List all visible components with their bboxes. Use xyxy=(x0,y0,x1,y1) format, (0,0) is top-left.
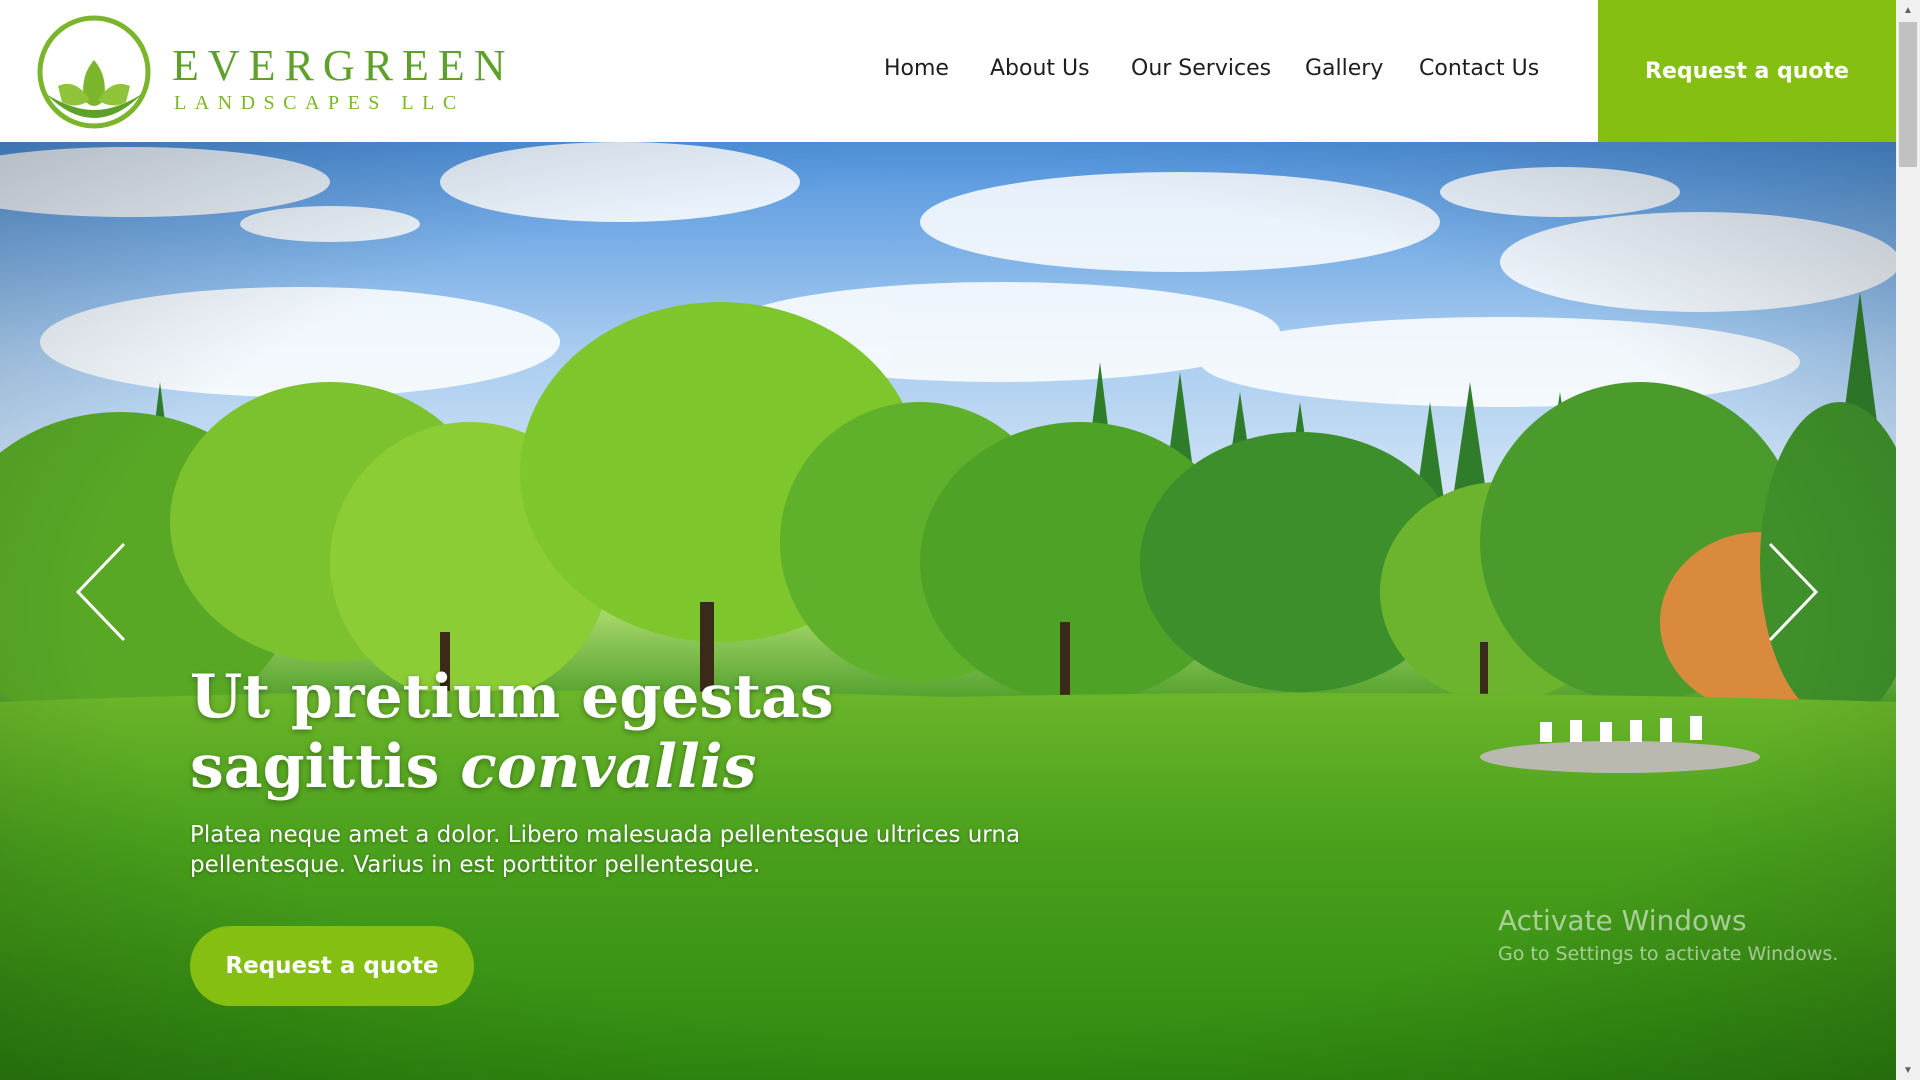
slider-prev-button[interactable] xyxy=(74,542,134,642)
request-quote-hero-button[interactable]: Request a quote xyxy=(190,926,474,1006)
hero-heading-plain: sagittis xyxy=(190,732,461,802)
hero-heading-line2: sagittis convallis xyxy=(190,732,1010,802)
slider-next-button[interactable] xyxy=(1760,542,1820,642)
watermark-subtitle: Go to Settings to activate Windows. xyxy=(1498,943,1839,965)
brand-name: EVERGREEN xyxy=(172,41,515,90)
hero-heading: Ut pretium egestas sagittis convallis xyxy=(190,662,1010,802)
site-header: EVERGREEN LANDSCAPES LLC Home About Us O… xyxy=(0,0,1896,142)
scrollbar-thumb[interactable] xyxy=(1899,22,1917,167)
brand-tagline: LANDSCAPES LLC xyxy=(174,92,465,114)
scroll-up-arrow-icon[interactable]: ▲ xyxy=(1896,0,1920,20)
nav-item-contact-us[interactable]: Contact Us xyxy=(1419,56,1539,81)
leaf-logo-icon xyxy=(37,15,151,129)
windows-activation-watermark: Activate Windows Go to Settings to activ… xyxy=(1498,904,1838,965)
request-quote-header-button[interactable]: Request a quote xyxy=(1598,0,1896,142)
nav-item-our-services[interactable]: Our Services xyxy=(1131,56,1271,81)
brand-logo[interactable]: EVERGREEN LANDSCAPES LLC xyxy=(36,14,506,134)
watermark-title: Activate Windows xyxy=(1498,904,1747,937)
hero-heading-italic: convallis xyxy=(460,732,757,802)
scroll-down-arrow-icon[interactable]: ▼ xyxy=(1896,1060,1920,1080)
hero-description: Platea neque amet a dolor. Libero malesu… xyxy=(190,822,1021,878)
chevron-left-icon xyxy=(75,542,126,642)
nav-item-home[interactable]: Home xyxy=(884,56,949,81)
hero-slider: Ut pretium egestas sagittis convallis Pl… xyxy=(0,142,1896,1080)
nav-item-gallery[interactable]: Gallery xyxy=(1305,56,1383,81)
nav-item-about-us[interactable]: About Us xyxy=(990,56,1090,81)
page-scrollbar[interactable]: ▲ ▼ xyxy=(1896,0,1920,1080)
hero-heading-line1: Ut pretium egestas xyxy=(190,662,834,732)
chevron-right-icon xyxy=(1768,542,1819,642)
